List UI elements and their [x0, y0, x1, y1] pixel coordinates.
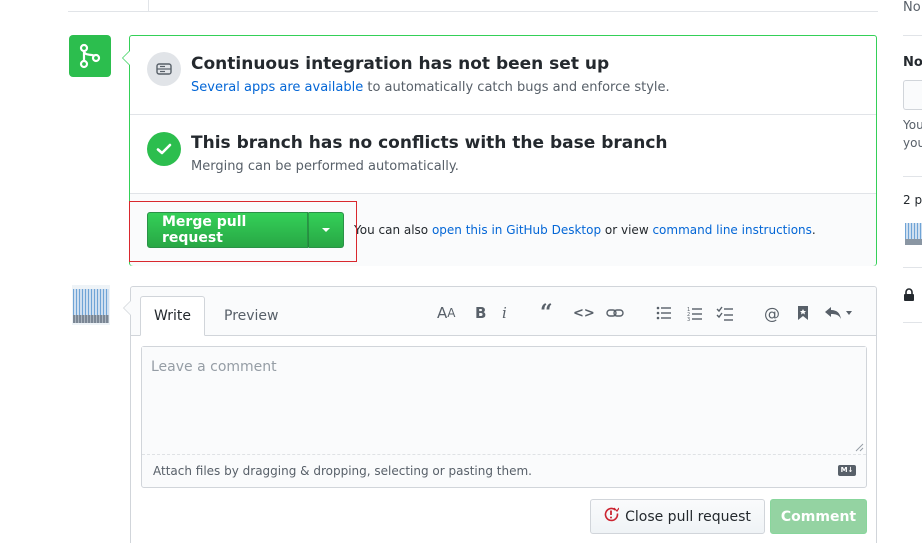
- sidebar-heading: No: [903, 55, 922, 70]
- merge-hint-prefix: You can also: [354, 223, 432, 237]
- merge-hint: You can also open this in GitHub Desktop…: [354, 223, 816, 237]
- code-icon[interactable]: <>: [573, 303, 595, 323]
- open-desktop-link[interactable]: open this in GitHub Desktop: [432, 223, 601, 237]
- highlight-annotation: [129, 201, 357, 262]
- italic-icon[interactable]: i: [502, 303, 507, 323]
- divider: [68, 11, 878, 12]
- sidebar-text-4: you: [903, 136, 922, 150]
- ci-server-icon: [147, 52, 181, 86]
- participant-avatar[interactable]: [905, 223, 922, 245]
- link-icon[interactable]: [606, 303, 624, 323]
- sidebar-button[interactable]: [903, 80, 922, 110]
- comment-button[interactable]: Comment: [770, 499, 867, 534]
- resize-handle-icon[interactable]: [855, 443, 864, 452]
- ci-title: Continuous integration has not been set …: [191, 54, 610, 74]
- bold-icon[interactable]: B: [475, 303, 486, 323]
- participants-heading: 2 p: [903, 193, 922, 207]
- ci-description: Several apps are available to automatica…: [191, 80, 670, 95]
- sidebar-divider: [903, 322, 922, 323]
- git-merge-icon: [69, 35, 111, 77]
- merge-hint-suffix: .: [811, 223, 816, 237]
- ci-section: Continuous integration has not been set …: [130, 36, 876, 115]
- conflicts-title: This branch has no conflicts with the ba…: [191, 133, 668, 153]
- avatar[interactable]: [72, 285, 110, 325]
- issue-closed-icon: [604, 507, 620, 526]
- close-pull-request-label: Close pull request: [625, 508, 751, 525]
- lock-icon[interactable]: [903, 288, 915, 302]
- mention-icon[interactable]: @: [764, 303, 780, 323]
- ci-description-text: to automatically catch bugs and enforce …: [363, 80, 670, 95]
- tab-preview[interactable]: Preview: [211, 296, 292, 336]
- sidebar-text-1: No: [903, 0, 921, 15]
- command-line-link[interactable]: command line instructions: [652, 223, 811, 237]
- merge-hint-middle: or view: [601, 223, 653, 237]
- avatar-image: [73, 289, 109, 315]
- close-pull-request-button[interactable]: Close pull request: [590, 499, 765, 534]
- conflicts-description: Merging can be performed automatically.: [191, 159, 459, 174]
- bullet-list-icon[interactable]: [656, 303, 672, 323]
- sidebar-text-3: You: [903, 118, 922, 132]
- comment-editor: Attach files by dragging & dropping, sel…: [141, 346, 867, 488]
- quote-icon[interactable]: “: [540, 302, 553, 324]
- conflicts-section: This branch has no conflicts with the ba…: [130, 115, 876, 194]
- sidebar-divider: [903, 35, 922, 36]
- comment-textarea[interactable]: [142, 347, 866, 455]
- timeline-connector-top: [148, 0, 149, 11]
- comment-tab-bar: Write Preview AA B i “ <> 123 @: [131, 287, 876, 336]
- sidebar-divider: [903, 267, 922, 268]
- check-icon: [147, 132, 181, 166]
- numbered-list-icon[interactable]: 123: [687, 303, 703, 323]
- reply-icon[interactable]: [824, 303, 854, 323]
- markdown-icon[interactable]: M↓: [838, 465, 856, 476]
- avatar-image-base: [73, 315, 109, 323]
- tab-write[interactable]: Write: [140, 296, 205, 336]
- attach-hint: Attach files by dragging & dropping, sel…: [153, 464, 532, 478]
- sidebar-divider: [903, 176, 922, 177]
- apps-available-link[interactable]: Several apps are available: [191, 80, 363, 95]
- svg-text:3: 3: [687, 317, 690, 321]
- file-attach-bar[interactable]: Attach files by dragging & dropping, sel…: [142, 456, 866, 487]
- task-list-icon[interactable]: [716, 303, 734, 323]
- bookmark-icon[interactable]: [797, 303, 809, 323]
- text-size-icon[interactable]: AA: [437, 303, 455, 323]
